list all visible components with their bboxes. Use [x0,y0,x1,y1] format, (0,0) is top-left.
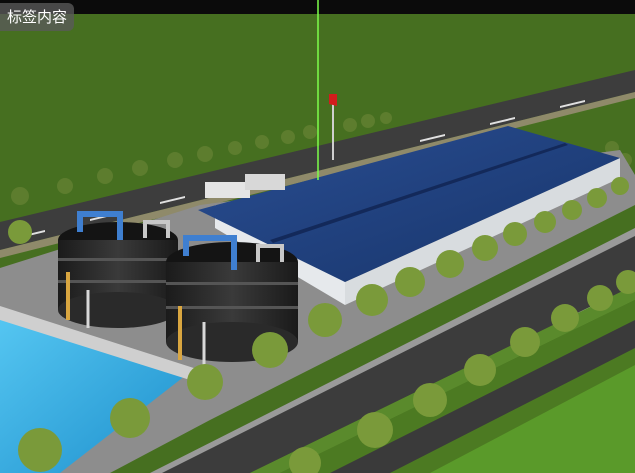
tank-icon[interactable] [58,211,178,328]
3d-viewport[interactable]: 标签内容 [0,0,635,473]
factory-scene[interactable] [0,0,635,473]
tag-label[interactable]: 标签内容 [0,3,75,31]
